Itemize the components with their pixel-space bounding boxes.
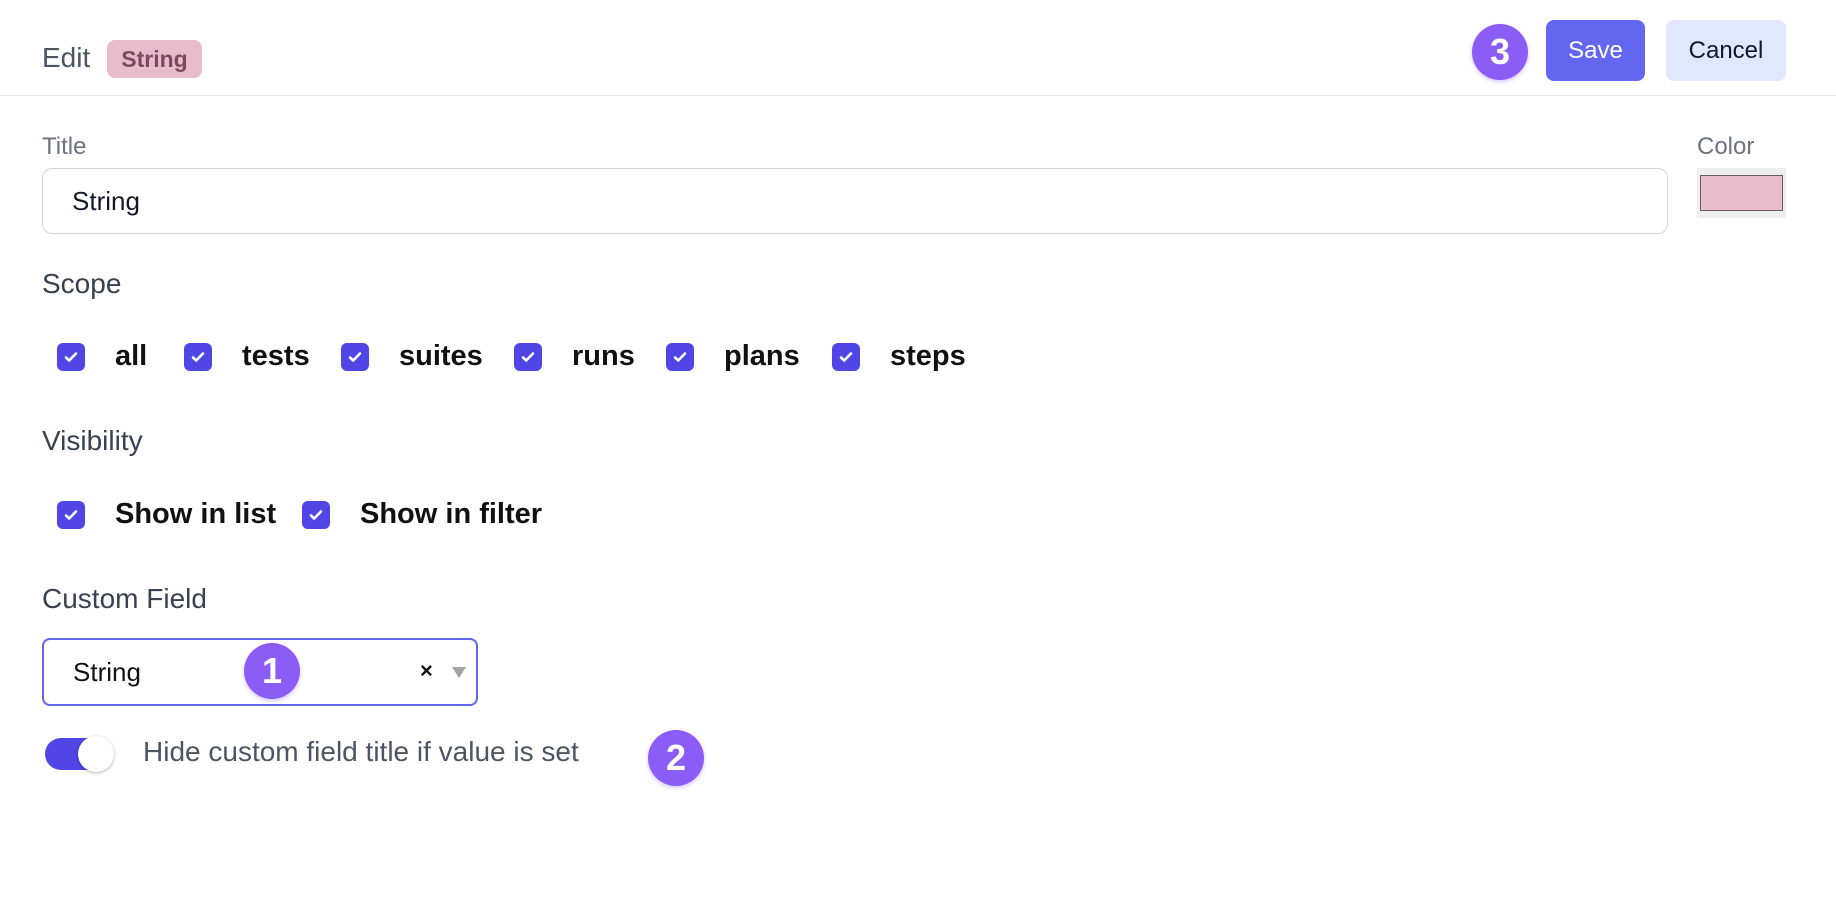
- scope-label: Scope: [42, 268, 122, 299]
- cancel-button[interactable]: Cancel: [1666, 20, 1786, 81]
- color-picker[interactable]: [1697, 168, 1786, 218]
- scope-option-suites[interactable]: suites: [341, 340, 483, 373]
- visibility-option-label: Show in list: [115, 498, 277, 530]
- scope-option-label: all: [115, 340, 148, 372]
- checkbox-checked-icon[interactable]: [514, 342, 542, 371]
- edit-heading: Edit: [42, 42, 91, 73]
- type-badge: String: [107, 40, 202, 78]
- scope-option-all[interactable]: all: [57, 340, 147, 373]
- custom-field-label: Custom Field: [42, 583, 207, 614]
- step-badge-1: 1: [244, 643, 300, 699]
- checkbox-checked-icon[interactable]: [184, 342, 212, 371]
- checkbox-checked-icon[interactable]: [302, 500, 330, 529]
- save-button[interactable]: Save: [1546, 20, 1645, 81]
- scope-option-tests[interactable]: tests: [184, 340, 310, 373]
- header-divider: [0, 95, 1836, 96]
- color-swatch[interactable]: [1700, 175, 1783, 211]
- visibility-option-show-in-list[interactable]: Show in list: [57, 498, 276, 531]
- visibility-label: Visibility: [42, 425, 143, 456]
- scope-option-label: suites: [399, 340, 483, 372]
- checkbox-checked-icon[interactable]: [666, 342, 694, 371]
- scope-option-runs[interactable]: runs: [514, 340, 635, 373]
- scope-option-label: tests: [242, 340, 310, 372]
- scope-option-label: runs: [572, 340, 635, 372]
- visibility-option-show-in-filter[interactable]: Show in filter: [302, 498, 542, 531]
- clear-icon[interactable]: ×: [420, 658, 433, 684]
- visibility-option-label: Show in filter: [360, 498, 543, 530]
- color-label: Color: [1697, 133, 1755, 160]
- title-input[interactable]: String: [42, 168, 1668, 234]
- checkbox-checked-icon[interactable]: [832, 342, 860, 371]
- dropdown-arrow-icon[interactable]: [452, 667, 466, 678]
- custom-field-selected-value: String: [73, 656, 141, 687]
- hide-title-toggle-label: Hide custom field title if value is set: [143, 736, 579, 767]
- scope-option-label: steps: [890, 340, 966, 372]
- scope-option-steps[interactable]: steps: [832, 340, 966, 373]
- scope-option-plans[interactable]: plans: [666, 340, 800, 373]
- checkbox-checked-icon[interactable]: [57, 500, 85, 529]
- title-label: Title: [42, 133, 87, 160]
- scope-option-label: plans: [724, 340, 800, 372]
- toggle-knob[interactable]: [78, 736, 114, 772]
- checkbox-checked-icon[interactable]: [341, 342, 369, 371]
- hide-title-toggle[interactable]: [45, 736, 114, 772]
- checkbox-checked-icon[interactable]: [57, 342, 85, 371]
- step-badge-3: 3: [1472, 24, 1528, 80]
- step-badge-2: 2: [648, 730, 704, 786]
